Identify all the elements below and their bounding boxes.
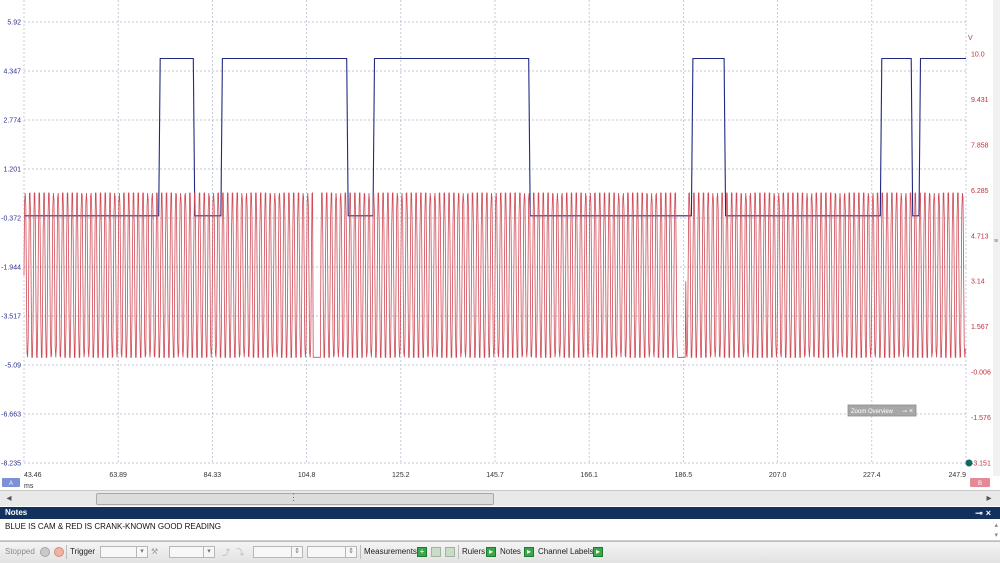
- channel-labels-label: Channel Labels: [538, 547, 594, 556]
- right-axis-tick-label: 6.285: [971, 188, 989, 195]
- right-axis-tick-label: 9.431: [971, 97, 989, 104]
- right-axis-tick-label: -1.576: [971, 415, 991, 422]
- trigger-label: Trigger: [70, 547, 96, 556]
- right-axis-tick-label: 7.858: [971, 142, 989, 149]
- measurements-label: Measurements: [364, 547, 417, 556]
- falling-edge-icon[interactable]: ⤵: [236, 547, 244, 558]
- notes-toggle-icon[interactable]: ▸: [524, 547, 534, 557]
- horizontal-scrollbar[interactable]: ◂ ⋮ ▸: [0, 490, 1000, 506]
- left-axis-tick-label: -3.517: [1, 314, 21, 321]
- x-axis-tick-label: 207.0: [769, 472, 787, 479]
- notes-panel-title: Notes: [5, 508, 28, 517]
- x-axis-tick-label: 63.89: [109, 472, 127, 479]
- start-button-icon[interactable]: [40, 547, 50, 557]
- left-axis-tick-label: -5.09: [5, 363, 21, 370]
- rising-edge-icon[interactable]: ⤴: [222, 547, 230, 558]
- scope-chart[interactable]: 5.92 4.347 2.774 1.201 -0.372 -1.944 -3.517 -5.…: [0, 0, 1000, 490]
- trigger-threshold-field[interactable]: ⇕: [253, 546, 303, 558]
- x-axis-tick-label: 166.1: [580, 472, 598, 479]
- rulers-label: Rulers: [462, 547, 486, 556]
- status-label: Stopped: [5, 547, 35, 556]
- scroll-right-icon[interactable]: ▸: [982, 492, 996, 505]
- x-axis-tick-label: 186.5: [675, 472, 693, 479]
- rulers-toggle-icon[interactable]: ▸: [486, 547, 496, 557]
- trigger-channel-select[interactable]: ▾: [169, 546, 215, 558]
- zoom-overview-title: Zoom Overview: [851, 409, 894, 415]
- edit-measurement-icon[interactable]: [431, 547, 441, 557]
- right-axis-unit: V: [968, 35, 973, 42]
- notes-text[interactable]: BLUE IS CAM & RED IS CRANK-KNOWN GOOD RE…: [5, 522, 221, 531]
- toolbar-separator: [66, 545, 67, 559]
- right-axis-tick-label: 4.713: [971, 233, 989, 240]
- x-axis-tick-label: 84.33: [204, 472, 222, 479]
- left-axis-tick-label: 2.774: [3, 118, 21, 125]
- notes-scroll-icon[interactable]: ▴ ▾: [994, 521, 998, 541]
- scroll-thumb[interactable]: ⋮: [96, 492, 494, 505]
- zoom-overview-close-icon[interactable]: ×: [909, 408, 913, 415]
- channel-b-label: B: [978, 481, 982, 487]
- notes-close-icon[interactable]: ×: [986, 508, 994, 518]
- channel-a-badge[interactable]: A: [2, 478, 20, 487]
- trigger-advanced-icon[interactable]: ⚒: [151, 547, 158, 556]
- left-axis-tick-label: -8.235: [1, 461, 21, 468]
- channel-a-label: A: [9, 481, 13, 487]
- x-axis-tick-label: 125.2: [392, 472, 410, 479]
- right-axis-tick-label: -0.006: [971, 370, 991, 377]
- ruler-handle-icon[interactable]: [965, 459, 973, 467]
- x-axis-unit: ms: [24, 483, 34, 490]
- notes-panel-header: Notes ⊸×: [0, 507, 1000, 519]
- vertical-scroll-grip-icon[interactable]: ≡: [994, 238, 998, 245]
- x-axis-tick-label: 43.46: [24, 472, 42, 479]
- left-axis-tick-label: 1.201: [3, 167, 21, 174]
- left-axis-tick-label: -6.663: [1, 412, 21, 419]
- notes-panel[interactable]: BLUE IS CAM & RED IS CRANK-KNOWN GOOD RE…: [0, 519, 1000, 541]
- left-axis-tick-label: -1.944: [1, 265, 21, 272]
- scroll-left-icon[interactable]: ◂: [2, 492, 16, 505]
- zoom-overview-pin-icon[interactable]: ⊸: [902, 409, 907, 415]
- left-axis-tick-label: -0.372: [1, 216, 21, 223]
- channel-labels-toggle-icon[interactable]: ▸: [593, 547, 603, 557]
- right-axis-tick-label: 3.14: [971, 279, 985, 286]
- x-axis-tick-label: 104.8: [298, 472, 316, 479]
- right-axis-tick-label: 1.567: [971, 324, 989, 331]
- pre-trigger-field[interactable]: ⇕: [307, 546, 357, 558]
- delete-measurement-icon[interactable]: [445, 547, 455, 557]
- left-axis-tick-label: 4.347: [3, 69, 21, 76]
- x-axis-tick-label: 227.4: [863, 472, 881, 479]
- notes-label: Notes: [500, 547, 521, 556]
- bottom-toolbar: Stopped Trigger ▾ ⚒ ▾ ⤴ ⤵ ⇕ ⇕ Measuremen…: [0, 541, 1000, 563]
- notes-pin-icon[interactable]: ⊸: [975, 508, 986, 518]
- x-axis-tick-label: 247.9: [948, 472, 966, 479]
- zoom-overview-panel[interactable]: Zoom Overview ⊸ ×: [847, 404, 917, 417]
- channel-b-badge[interactable]: B: [970, 478, 990, 487]
- toolbar-separator: [458, 545, 459, 559]
- right-axis-tick-label: 10.0: [971, 52, 985, 59]
- stop-button-icon[interactable]: [54, 547, 64, 557]
- left-axis-tick-label: 5.92: [7, 20, 21, 27]
- scroll-grip-icon: ⋮: [289, 492, 298, 502]
- add-measurement-icon[interactable]: +: [417, 547, 427, 557]
- toolbar-separator: [360, 545, 361, 559]
- trigger-mode-select[interactable]: ▾: [100, 546, 148, 558]
- right-axis-tick-label: -3.151: [971, 461, 991, 468]
- x-axis-tick-label: 145.7: [486, 472, 504, 479]
